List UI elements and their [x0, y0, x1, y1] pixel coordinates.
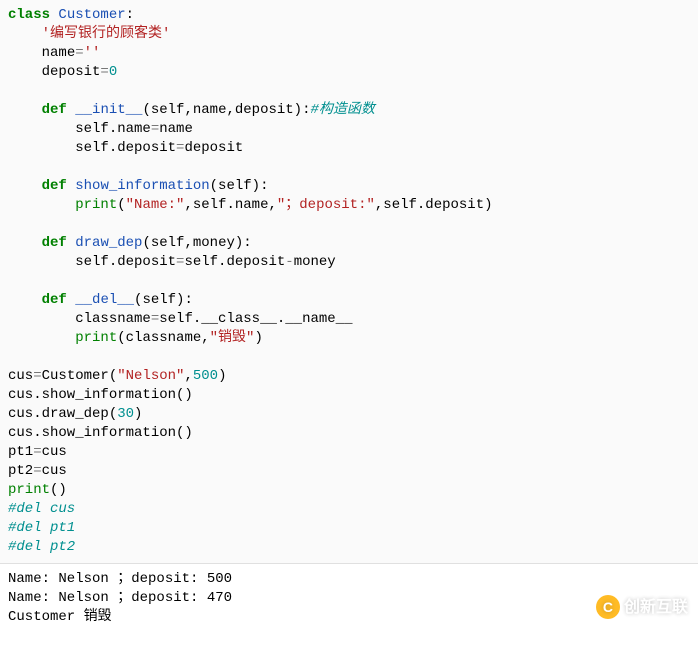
string-empty: ''	[84, 45, 101, 61]
paren-close: )	[218, 368, 226, 384]
paren-close: )	[134, 406, 142, 422]
var-pt2: pt2	[8, 463, 33, 479]
attr-deposit: deposit	[42, 64, 101, 80]
comment-del-pt1: #del pt1	[8, 520, 75, 536]
output-block: Name: Nelson ；deposit: 500 Name: Nelson …	[0, 564, 698, 633]
lhs-classname: classname	[75, 311, 151, 327]
rhs-deposit: deposit	[184, 140, 243, 156]
keyword-def: def	[42, 235, 67, 251]
docstring: '编写银行的顾客类'	[42, 26, 171, 42]
keyword-def: def	[42, 102, 67, 118]
args: (self,money):	[142, 235, 251, 251]
keyword-def: def	[42, 292, 67, 308]
watermark: C 创新互联	[596, 595, 688, 619]
string-nelson: "Nelson"	[117, 368, 184, 384]
keyword-def: def	[42, 178, 67, 194]
rhs: money	[294, 254, 336, 270]
func-init: __init__	[75, 102, 142, 118]
output-line-3: Customer 销毁	[8, 609, 112, 625]
var-cus: cus	[8, 368, 33, 384]
comment-constructor: #构造函数	[310, 102, 374, 118]
string-deposit-label: "；deposit:"	[277, 197, 375, 213]
rhs-cus: cus	[42, 444, 67, 460]
watermark-logo-icon: C	[596, 595, 620, 619]
args-end: ,self.deposit)	[375, 197, 493, 213]
operator-eq: =	[100, 64, 108, 80]
self-deposit: self.deposit	[75, 140, 176, 156]
lhs: self.deposit	[75, 254, 176, 270]
operator-minus: -	[285, 254, 293, 270]
attr-name: name	[42, 45, 76, 61]
args: (self,name,deposit):	[142, 102, 310, 118]
class-name: Customer	[58, 7, 125, 23]
rhs-name: name	[159, 121, 193, 137]
operator-eq: =	[151, 311, 159, 327]
rhs-classname: self.__class__.__name__	[159, 311, 352, 327]
func-del: __del__	[75, 292, 134, 308]
string-name-label: "Name:"	[126, 197, 185, 213]
var-pt1: pt1	[8, 444, 33, 460]
comment-del-pt2: #del pt2	[8, 539, 75, 555]
empty-args: ()	[50, 482, 67, 498]
operator-eq: =	[33, 444, 41, 460]
screenshot-container: class Customer: '编写银行的顾客类' name='' depos…	[0, 0, 698, 647]
operator-eq: =	[151, 121, 159, 137]
args-open: (classname,	[117, 330, 209, 346]
func-show-info: show_information	[75, 178, 209, 194]
number-500: 500	[193, 368, 218, 384]
call-customer: Customer(	[42, 368, 118, 384]
mid: self.deposit	[184, 254, 285, 270]
comment-del-cus: #del cus	[8, 501, 75, 517]
operator-eq: =	[33, 463, 41, 479]
call-draw-dep-open: cus.draw_dep(	[8, 406, 117, 422]
self-name: self.name	[75, 121, 151, 137]
builtin-print: print	[75, 197, 117, 213]
args: (self):	[134, 292, 193, 308]
number-30: 30	[117, 406, 134, 422]
paren-close: )	[254, 330, 262, 346]
string-destroy: "销毁"	[210, 330, 255, 346]
rhs-cus: cus	[42, 463, 67, 479]
builtin-print: print	[75, 330, 117, 346]
number-zero: 0	[109, 64, 117, 80]
operator-eq: =	[33, 368, 41, 384]
colon: :	[126, 7, 134, 23]
args: (self):	[210, 178, 269, 194]
paren-open: (	[117, 197, 125, 213]
watermark-text: 创新互联	[624, 598, 688, 617]
builtin-print: print	[8, 482, 50, 498]
code-block: class Customer: '编写银行的顾客类' name='' depos…	[0, 0, 698, 564]
comma: ,	[184, 368, 192, 384]
call-show-info-1: cus.show_information()	[8, 387, 193, 403]
func-draw-dep: draw_dep	[75, 235, 142, 251]
args-mid: ,self.name,	[184, 197, 276, 213]
output-line-2: Name: Nelson ；deposit: 470	[8, 590, 232, 606]
operator-eq: =	[75, 45, 83, 61]
call-show-info-2: cus.show_information()	[8, 425, 193, 441]
output-line-1: Name: Nelson ；deposit: 500	[8, 571, 232, 587]
keyword-class: class	[8, 7, 50, 23]
